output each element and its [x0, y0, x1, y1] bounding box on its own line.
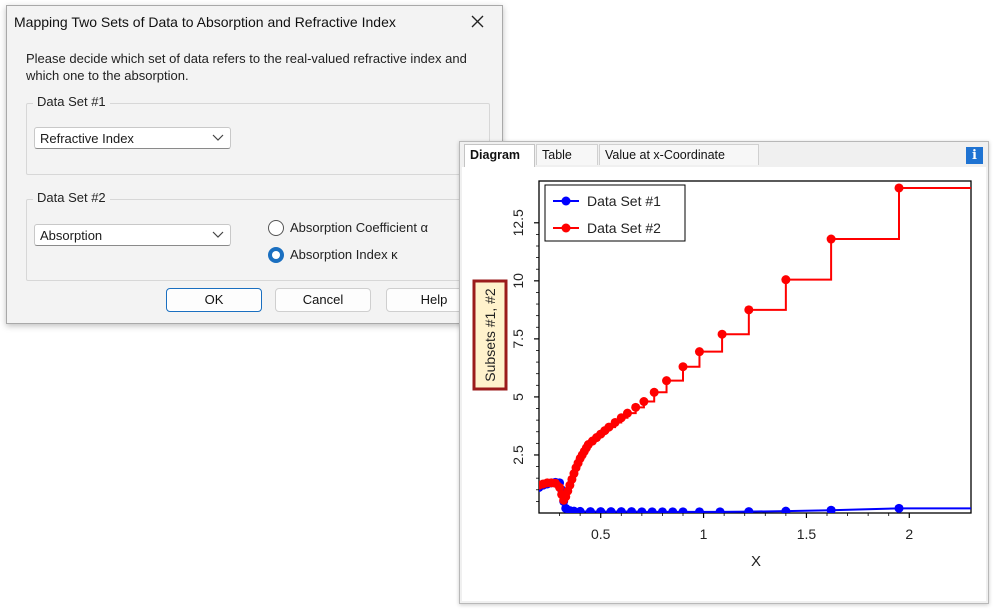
series-2-point [894, 183, 904, 193]
series-1-point [744, 507, 754, 513]
chart-svg: 0.5 1 1.5 2 2.5 5 7.5 10 12.5 X Subsets #1, #2 Data… [472, 180, 972, 570]
series-1-point [627, 507, 637, 513]
data-set-1-combo[interactable]: Refractive Index [34, 127, 231, 149]
chevron-down-icon [212, 231, 224, 238]
radio-checked-icon [268, 247, 284, 263]
tab-diagram[interactable]: Diagram [464, 144, 535, 168]
series-1-point [585, 507, 595, 513]
y-tick-label: 10 [510, 273, 526, 289]
radio-absorption-coefficient-label: Absorption Coefficient α [290, 220, 429, 235]
legend-swatch-marker [561, 223, 571, 233]
x-axis-label: X [751, 553, 761, 570]
data-set-1-value: Refractive Index [40, 131, 134, 146]
series-1-point [894, 503, 904, 513]
radio-absorption-index-label: Absorption Index κ [290, 247, 398, 262]
series-2-point [649, 387, 659, 397]
x-tick-label: 1.5 [797, 526, 817, 542]
cancel-button[interactable]: Cancel [275, 288, 371, 312]
x-tick-label: 2 [905, 526, 913, 542]
radio-unchecked-icon [268, 220, 284, 236]
close-button[interactable] [468, 11, 488, 31]
series-2-point [694, 347, 704, 357]
series-1-point [715, 507, 725, 513]
data-set-1-group: Data Set #1 Refractive Index [26, 94, 490, 175]
series-2-point [639, 397, 649, 407]
close-icon [471, 15, 484, 28]
legend-entry: Data Set #2 [587, 220, 661, 236]
y-tick-label: 7.5 [510, 329, 526, 349]
y-tick-label: 2.5 [510, 445, 526, 465]
legend-entry: Data Set #1 [587, 193, 661, 209]
data-set-2-legend: Data Set #2 [33, 190, 110, 205]
x-tick-label: 0.5 [591, 526, 611, 542]
data-set-1-legend: Data Set #1 [33, 94, 110, 109]
y-tick-label: 5 [510, 393, 526, 401]
dialog-message: Please decide which set of data refers t… [26, 51, 467, 83]
tab-table[interactable]: Table [536, 144, 598, 165]
series-1-point [668, 507, 678, 513]
series-2-point [622, 408, 632, 418]
mapping-dialog: Mapping Two Sets of Data to Absorption a… [6, 5, 503, 324]
y-axis-label: Subsets #1, #2 [482, 288, 498, 382]
series-1-point [694, 507, 704, 513]
data-set-2-value: Absorption [40, 228, 103, 243]
info-icon[interactable]: i [966, 147, 983, 164]
series-2-point [717, 329, 727, 339]
series-1-point [606, 507, 616, 513]
series-2-point [781, 275, 791, 285]
series-2-point [826, 234, 836, 244]
y-tick-label: 12.5 [510, 209, 526, 236]
diagram-panel: Diagram Table Value at x-Coordinate i 0.… [459, 141, 989, 604]
series-1-point [647, 507, 657, 513]
series-2-point [678, 362, 688, 372]
legend-swatch-marker [561, 196, 571, 206]
data-set-2-combo[interactable]: Absorption [34, 224, 231, 246]
series-2-point [744, 305, 754, 315]
tab-value-at-x-coordinate[interactable]: Value at x-Coordinate [599, 144, 759, 165]
data-set-2-group: Data Set #2 Absorption Absorption Coeffi… [26, 190, 490, 281]
series-2-point [662, 376, 672, 386]
chart-area: 0.5 1 1.5 2 2.5 5 7.5 10 12.5 X Subsets #1, #2 Data… [462, 167, 986, 601]
series-2-point [631, 402, 641, 412]
chevron-down-icon [212, 134, 224, 141]
x-tick-label: 1 [700, 526, 708, 542]
dialog-title: Mapping Two Sets of Data to Absorption a… [14, 14, 396, 30]
ok-button[interactable]: OK [166, 288, 262, 312]
